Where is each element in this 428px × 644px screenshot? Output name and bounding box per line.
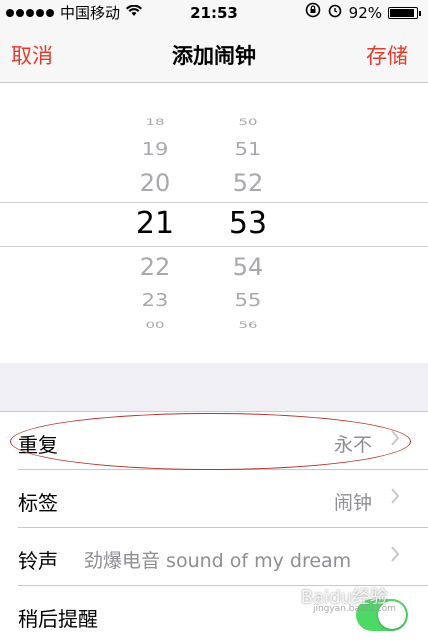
picker-minute-item[interactable]: 50 xyxy=(218,117,278,128)
picker-hour-item[interactable]: 20 xyxy=(125,169,185,197)
chevron-right-icon xyxy=(390,486,400,510)
picker-selection-top-line xyxy=(0,202,428,203)
picker-hour-item[interactable]: 19 xyxy=(125,139,185,159)
battery-percent: 92% xyxy=(348,4,382,22)
section-gap xyxy=(0,363,428,412)
battery-fill xyxy=(390,9,414,17)
picker-minute-selected[interactable]: 53 xyxy=(218,206,278,241)
picker-minute-item[interactable]: 52 xyxy=(218,169,278,197)
picker-minute-item[interactable]: 55 xyxy=(218,290,278,310)
picker-hour-item[interactable]: 23 xyxy=(125,290,185,310)
chevron-right-icon xyxy=(390,544,400,568)
save-button[interactable]: 存储 xyxy=(366,40,408,70)
picker-minute-item[interactable]: 51 xyxy=(218,139,278,159)
sound-label: 铃声 xyxy=(18,549,58,573)
picker-hour-item[interactable]: 22 xyxy=(125,253,185,281)
battery-icon xyxy=(388,7,421,19)
label-row[interactable]: 标签 闹钟 xyxy=(0,470,428,528)
label-value: 闹钟 xyxy=(333,492,372,514)
sound-value: 劲爆电音 sound of my dream xyxy=(84,550,352,572)
repeat-label: 重复 xyxy=(18,433,58,457)
alarm-icon xyxy=(327,0,343,26)
status-bar: 中国移动 21:53 92% xyxy=(0,0,428,26)
snooze-label: 稍后提醒 xyxy=(18,607,98,631)
watermark-url: jingyan.baidu.com xyxy=(312,604,396,614)
label-label: 标签 xyxy=(18,491,58,515)
repeat-row[interactable]: 重复 永不 xyxy=(0,412,428,470)
repeat-value: 永不 xyxy=(333,434,372,456)
picker-hour-item[interactable]: 00 xyxy=(125,320,185,331)
picker-hour-selected[interactable]: 21 xyxy=(125,206,185,241)
page-title: 添加闹钟 xyxy=(172,44,256,68)
time-picker[interactable]: 18 19 20 21 22 23 00 50 51 52 53 54 55 5… xyxy=(0,83,428,363)
picker-minute-item[interactable]: 54 xyxy=(218,253,278,281)
navigation-bar: 取消 添加闹钟 存储 xyxy=(0,26,428,83)
status-right: 92% xyxy=(305,0,421,26)
picker-selection-bottom-line xyxy=(0,246,428,247)
picker-hour-item[interactable]: 18 xyxy=(125,117,185,128)
picker-minute-item[interactable]: 56 xyxy=(218,320,278,331)
rotation-lock-icon xyxy=(305,0,321,26)
chevron-right-icon xyxy=(390,428,400,452)
sound-row[interactable]: 铃声 劲爆电音 sound of my dream xyxy=(0,528,428,586)
